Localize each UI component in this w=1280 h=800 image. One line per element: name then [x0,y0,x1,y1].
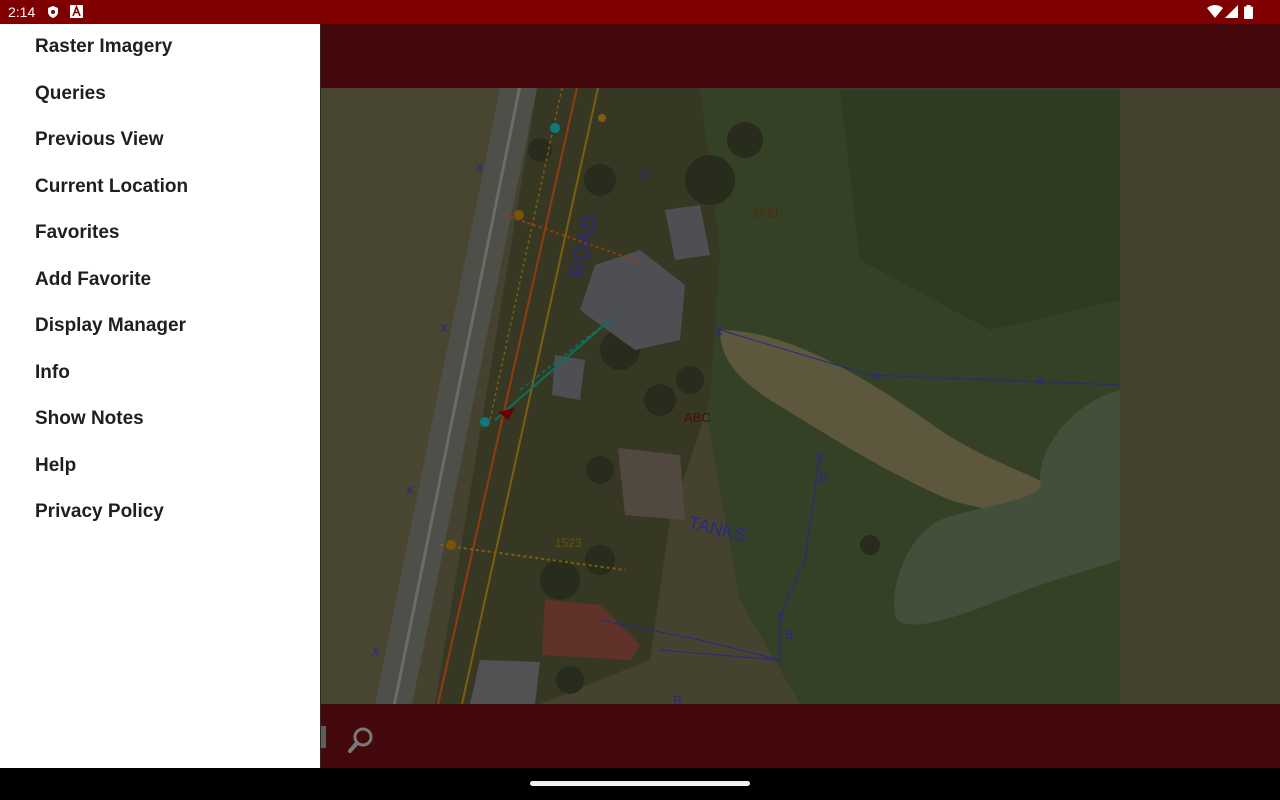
a-notification-icon [70,5,83,18]
menu-item-display-manager[interactable]: Display Manager [0,303,320,350]
shield-notification-icon [48,6,58,18]
signal-icon [1225,5,1238,18]
status-time: 2:14 [8,4,36,20]
svg-text:x: x [777,610,785,625]
svg-text:x: x [640,167,648,182]
map-label-1523: 1523 [555,536,582,550]
search-icon[interactable] [347,726,375,754]
menu-item-previous-view[interactable]: Previous View [0,117,320,164]
map-label-building-b: B [819,470,828,485]
map-label-abc: ABC [684,410,711,425]
svg-text:x: x [715,324,723,339]
svg-text:x: x [476,161,484,176]
svg-text:x: x [372,644,380,659]
gesture-handle[interactable] [530,781,750,786]
drawer-menu: Raster Imagery Queries Previous View Cur… [0,24,320,536]
menu-item-queries[interactable]: Queries [0,71,320,118]
menu-item-current-location[interactable]: Current Location [0,164,320,211]
menu-item-show-notes[interactable]: Show Notes [0,396,320,443]
svg-text:x: x [816,450,824,465]
map-label-building-b: B [785,627,794,642]
menu-item-help[interactable]: Help [0,443,320,490]
menu-item-info[interactable]: Info [0,350,320,397]
menu-item-favorites[interactable]: Favorites [0,210,320,257]
menu-item-privacy-policy[interactable]: Privacy Policy [0,489,320,536]
status-bar: 2:14 [0,0,1280,24]
svg-text:x: x [1036,375,1044,390]
navigation-drawer: Raster Imagery Queries Previous View Cur… [0,24,321,768]
map-label-building-b: B [673,693,682,704]
svg-text:x: x [406,483,414,498]
menu-item-add-favorite[interactable]: Add Favorite [0,257,320,304]
map-label-1521: 1521 [753,206,780,220]
svg-text:x: x [440,321,448,336]
battery-icon [1244,5,1253,19]
wifi-icon [1207,5,1223,18]
menu-item-raster-imagery[interactable]: Raster Imagery [0,24,320,71]
svg-text:x: x [872,369,880,384]
